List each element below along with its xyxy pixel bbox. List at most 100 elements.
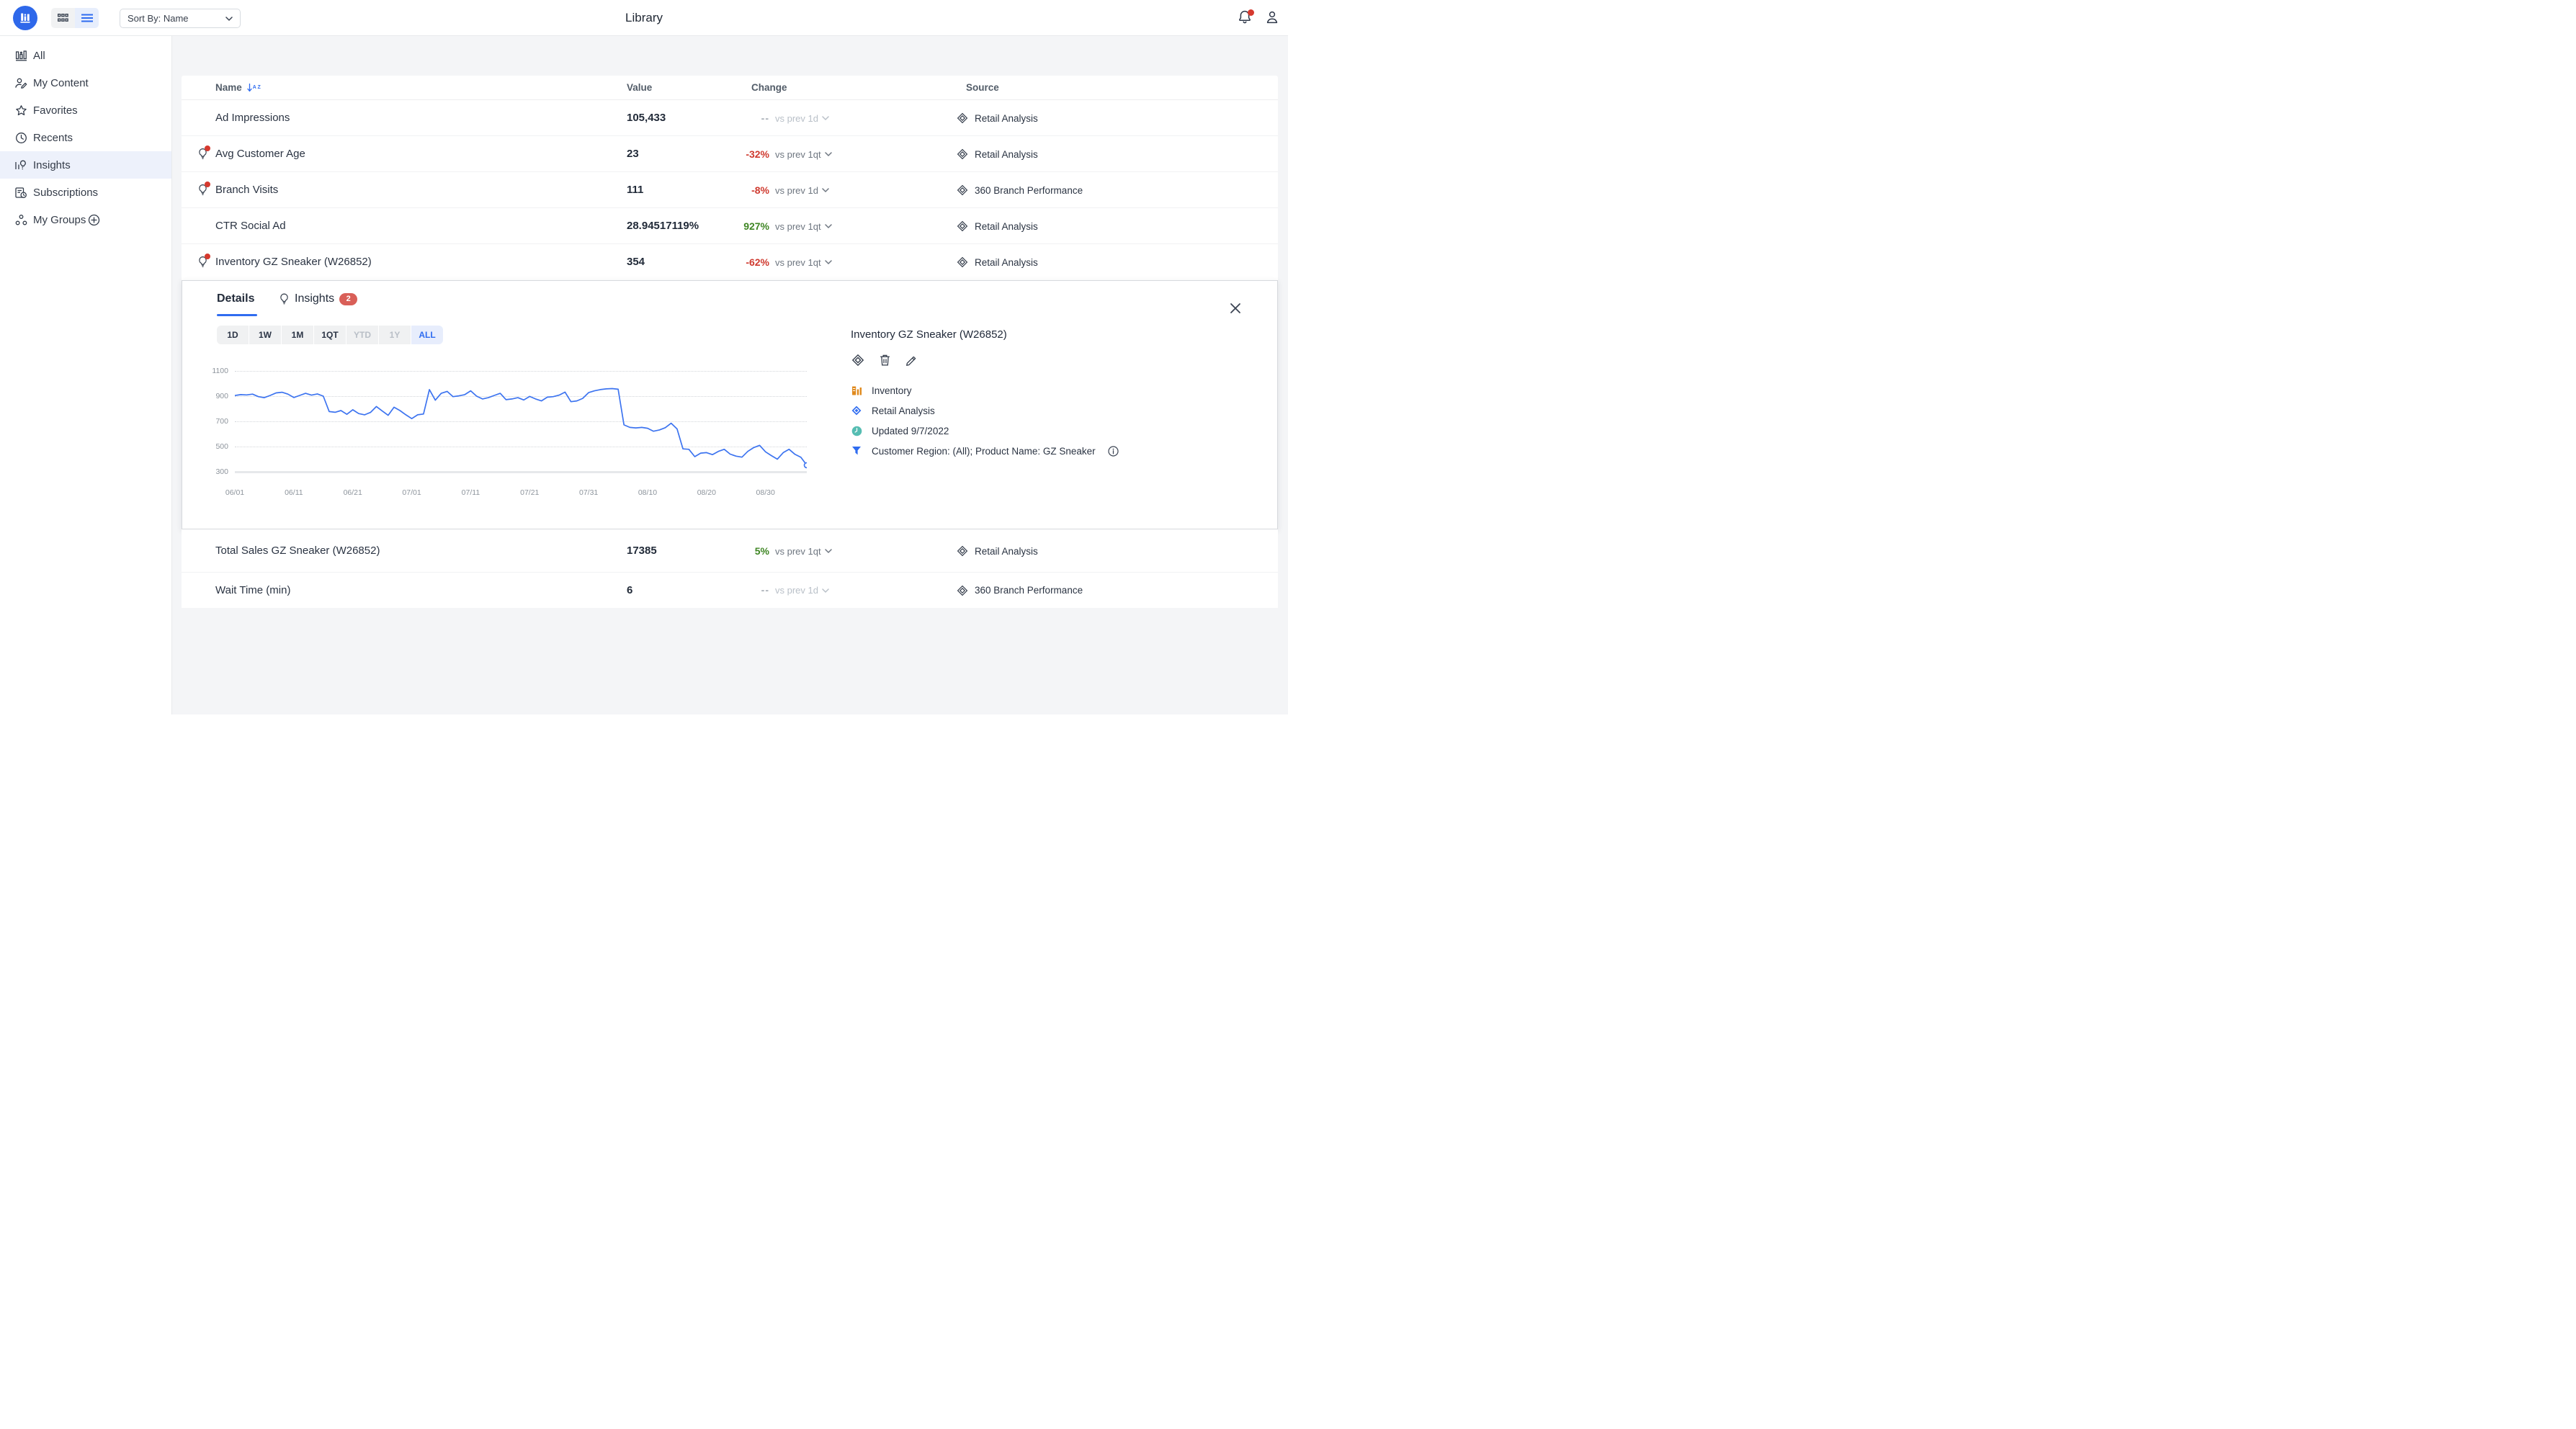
grid-view-icon[interactable] (51, 8, 75, 28)
kpi-name: Avg Customer Age (215, 136, 305, 172)
kpi-name: Wait Time (min) (215, 573, 290, 608)
detail-source-app: Retail Analysis (851, 403, 935, 418)
user-edit-icon (14, 76, 27, 89)
time-range-selector: 1D1W1M1QTYTD1YALL (217, 326, 443, 344)
column-header-name[interactable]: Name A Z (215, 82, 261, 93)
insights-icon (14, 158, 27, 171)
lightbulb-alert-icon (197, 256, 209, 269)
main-content: KPIs (7) Name A Z Value Change Source (172, 36, 1288, 714)
sidebar-item-label: Recents (33, 132, 73, 144)
kpi-change: -8% (628, 172, 769, 208)
info-icon[interactable] (1108, 446, 1119, 457)
detail-actions (851, 353, 918, 367)
notification-dot (1248, 9, 1254, 16)
range-button-all[interactable]: ALL (411, 326, 443, 344)
tab-insights[interactable]: Insights 2 (279, 292, 357, 305)
tab-details[interactable]: Details (217, 292, 254, 305)
x-axis-tick: 07/01 (396, 488, 428, 497)
sidebar-item-label: My Groups (33, 214, 86, 226)
kpi-change: -- (628, 573, 769, 608)
table-row[interactable]: Avg Customer Age 23 -32% vs prev 1qt Ret… (182, 136, 1278, 172)
compare-period-dropdown[interactable]: vs prev 1d (775, 100, 829, 136)
compare-period-dropdown[interactable]: vs prev 1qt (775, 208, 832, 244)
lightbulb-alert-icon (197, 148, 209, 161)
range-button-1w[interactable]: 1W (249, 326, 281, 344)
detail-kpi-type: Inventory (851, 383, 912, 398)
range-button-1y: 1Y (379, 326, 411, 344)
kpi-change: -32% (628, 136, 769, 172)
kpi-name: Branch Visits (215, 172, 278, 208)
table-row[interactable]: Inventory GZ Sneaker (W26852) 354 -62% v… (182, 244, 1278, 280)
sidebar-item-insights[interactable]: Insights (0, 151, 171, 179)
y-axis-tick: 300 (197, 467, 228, 476)
x-axis-tick: 07/31 (573, 488, 604, 497)
table-row[interactable]: Ad Impressions 105,433 -- vs prev 1d Ret… (182, 100, 1278, 136)
sort-az-icon: A Z (247, 84, 261, 92)
insights-count-badge: 2 (339, 293, 357, 305)
lightbulb-alert-icon (197, 184, 209, 197)
plus-circle-icon[interactable] (88, 214, 100, 226)
column-header-value[interactable]: Value (627, 82, 652, 93)
user-icon[interactable] (1264, 9, 1282, 27)
edit-icon[interactable] (904, 353, 918, 367)
delete-icon[interactable] (877, 353, 892, 367)
list-view-icon[interactable] (75, 8, 99, 28)
source-icon (957, 256, 968, 268)
kpi-source: Retail Analysis (957, 529, 1038, 573)
notifications-bell-icon[interactable] (1237, 9, 1254, 27)
table-row[interactable]: Total Sales GZ Sneaker (W26852) 17385 5%… (182, 529, 1278, 573)
detail-filters: Customer Region: (All); Product Name: GZ… (851, 444, 1119, 458)
column-header-change[interactable]: Change (751, 82, 787, 93)
sidebar-item-my-groups[interactable]: My Groups (0, 206, 171, 233)
x-axis-tick: 07/11 (455, 488, 486, 497)
chevron-down-icon (225, 17, 233, 21)
sidebar-item-recents[interactable]: Recents (0, 124, 171, 151)
range-button-1d[interactable]: 1D (217, 326, 249, 344)
x-axis-tick: 07/21 (514, 488, 545, 497)
groups-icon (14, 213, 27, 226)
sidebar-item-favorites[interactable]: Favorites (0, 97, 171, 124)
kpi-table-card: Name A Z Value Change Source Ad Impressi… (182, 76, 1278, 608)
library-logo-icon[interactable] (13, 6, 37, 30)
close-icon[interactable] (1227, 300, 1244, 317)
detail-kpi-title: Inventory GZ Sneaker (W26852) (851, 328, 1007, 341)
compare-period-dropdown[interactable]: vs prev 1qt (775, 244, 832, 280)
kpi-source: Retail Analysis (957, 136, 1038, 172)
sort-by-label: Sort By: Name (128, 13, 189, 24)
kpi-change: 5% (628, 529, 769, 573)
kpi-source: 360 Branch Performance (957, 573, 1083, 608)
compare-period-dropdown[interactable]: vs prev 1qt (775, 529, 832, 573)
lightbulb-icon (279, 293, 290, 305)
compare-period-dropdown[interactable]: vs prev 1qt (775, 136, 832, 172)
x-axis-tick: 06/01 (219, 488, 251, 497)
subscriptions-icon (14, 186, 27, 199)
kpi-name: Inventory GZ Sneaker (W26852) (215, 244, 372, 280)
column-header-source[interactable]: Source (966, 82, 999, 93)
sidebar-item-label: Subscriptions (33, 187, 98, 199)
range-button-1qt[interactable]: 1QT (314, 326, 346, 344)
sort-by-select[interactable]: Sort By: Name (120, 9, 241, 28)
sidebar-item-all[interactable]: All (0, 42, 171, 69)
sidebar-item-subscriptions[interactable]: Subscriptions (0, 179, 171, 206)
compare-period-dropdown[interactable]: vs prev 1d (775, 172, 829, 208)
bar-chart-icon (14, 49, 27, 62)
kpi-change: 927% (628, 208, 769, 244)
kpi-rows-top: Ad Impressions 105,433 -- vs prev 1d Ret… (182, 100, 1278, 280)
kpi-name: Total Sales GZ Sneaker (W26852) (215, 529, 380, 573)
compare-period-dropdown[interactable]: vs prev 1d (775, 573, 829, 608)
kpi-source: Retail Analysis (957, 208, 1038, 244)
table-row[interactable]: Wait Time (min) 6 -- vs prev 1d 360 Bran… (182, 573, 1278, 608)
table-row[interactable]: CTR Social Ad 28.94517119% 927% vs prev … (182, 208, 1278, 244)
source-icon[interactable] (851, 353, 865, 367)
x-axis-tick: 08/30 (750, 488, 782, 497)
x-axis-tick: 06/11 (278, 488, 310, 497)
app-icon (851, 405, 862, 416)
sidebar-item-my-content[interactable]: My Content (0, 69, 171, 97)
view-toggle (51, 8, 99, 28)
source-icon (957, 184, 968, 196)
table-row[interactable]: Branch Visits 111 -8% vs prev 1d 360 Bra… (182, 172, 1278, 208)
range-button-1m[interactable]: 1M (282, 326, 313, 344)
source-icon (957, 545, 968, 557)
filter-icon (851, 445, 862, 457)
range-button-ytd: YTD (346, 326, 378, 344)
